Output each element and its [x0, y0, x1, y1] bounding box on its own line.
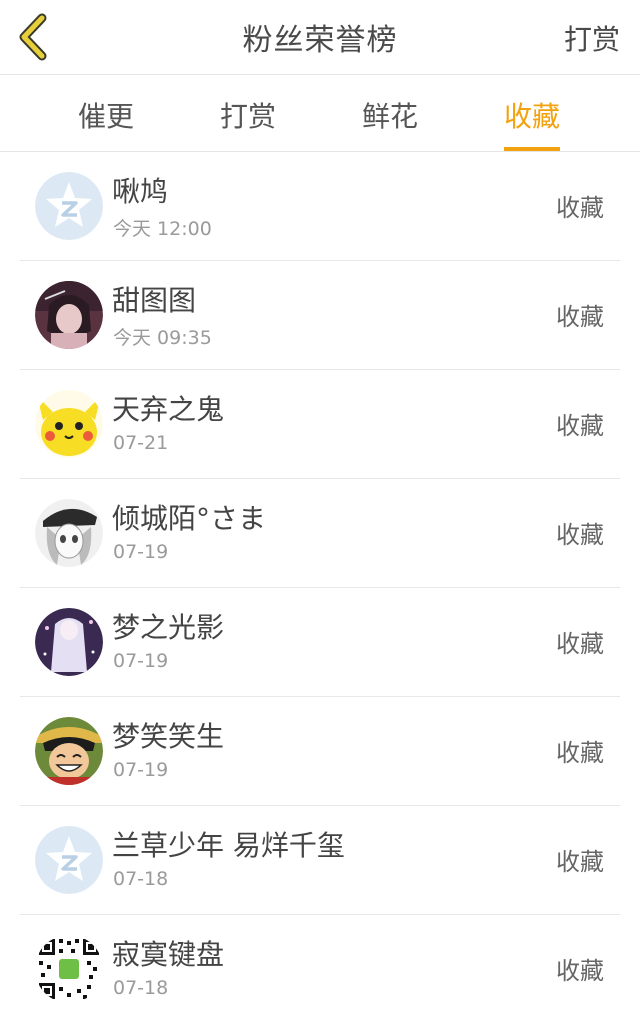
chevron-left-icon	[19, 13, 47, 61]
list-item[interactable]: 天弃之鬼 07-21 收藏	[20, 370, 620, 479]
avatar	[35, 390, 103, 458]
anime-girl-avatar-icon	[35, 281, 103, 349]
user-name: 寂寞键盘	[112, 938, 225, 971]
fantasy-girl-avatar-icon	[35, 608, 103, 676]
action-label: 收藏	[556, 521, 604, 549]
action-label: 收藏	[556, 303, 604, 331]
action-label: 收藏	[556, 848, 604, 876]
avatar	[35, 935, 103, 1003]
manga-girl-avatar-icon	[35, 499, 103, 567]
list-item[interactable]: 梦之光影 07-19 收藏	[20, 588, 620, 697]
timestamp: 今天 12:00	[113, 218, 212, 240]
timestamp: 07-18	[113, 977, 169, 999]
timestamp: 07-19	[113, 541, 169, 563]
list-item[interactable]: 啾鸠 今天 12:00 收藏	[20, 152, 620, 261]
timestamp: 今天 09:35	[113, 327, 212, 349]
timestamp: 07-19	[113, 650, 169, 672]
tab-bar: 催更 打赏 鲜花 收藏	[0, 75, 640, 152]
list-item[interactable]: 甜图图 今天 09:35 收藏	[20, 261, 620, 370]
pikachu-avatar-icon	[35, 390, 103, 458]
user-name: 倾城陌°さま	[112, 502, 267, 535]
luffy-avatar-icon	[35, 717, 103, 785]
avatar	[35, 172, 103, 240]
avatar	[35, 826, 103, 894]
tab-flowers[interactable]: 鲜花	[362, 95, 418, 151]
action-label: 收藏	[556, 739, 604, 767]
list-item[interactable]: 兰草少年 易烊千玺 07-18 收藏	[20, 806, 620, 915]
qr-code-avatar-icon	[35, 935, 103, 1003]
qq-default-avatar-icon	[35, 172, 103, 240]
list-item[interactable]: 寂寞键盘 07-18 收藏	[20, 915, 620, 1023]
user-name: 啾鸠	[112, 175, 169, 208]
list-item[interactable]: 梦笑笑生 07-19 收藏	[20, 697, 620, 806]
tab-urge[interactable]: 催更	[78, 95, 134, 151]
timestamp: 07-19	[113, 759, 169, 781]
back-button[interactable]	[14, 12, 54, 62]
qq-default-avatar-icon	[35, 826, 103, 894]
action-label: 收藏	[556, 630, 604, 658]
reward-button[interactable]: 打赏	[564, 18, 620, 58]
avatar	[35, 499, 103, 567]
list-item[interactable]: 倾城陌°さま 07-19 收藏	[20, 479, 620, 588]
action-label: 收藏	[556, 194, 604, 222]
avatar	[35, 717, 103, 785]
user-name: 梦之光影	[112, 611, 225, 644]
user-name: 梦笑笑生	[112, 720, 225, 753]
tab-favorites[interactable]: 收藏	[504, 95, 561, 151]
timestamp: 07-18	[113, 868, 169, 890]
tab-reward[interactable]: 打赏	[220, 95, 276, 151]
avatar	[35, 281, 103, 349]
action-label: 收藏	[556, 957, 604, 985]
user-name: 甜图图	[112, 284, 197, 317]
timestamp: 07-21	[113, 432, 169, 454]
action-label: 收藏	[556, 412, 604, 440]
header-bar: 粉丝荣誉榜 打赏	[0, 0, 640, 75]
fan-list: 啾鸠 今天 12:00 收藏 甜图图 今天 09:35 收藏 天弃之鬼 07-2…	[0, 152, 640, 1023]
page-title: 粉丝荣誉榜	[242, 23, 398, 58]
avatar	[35, 608, 103, 676]
user-name: 天弃之鬼	[112, 393, 225, 426]
user-name: 兰草少年 易烊千玺	[112, 829, 345, 862]
